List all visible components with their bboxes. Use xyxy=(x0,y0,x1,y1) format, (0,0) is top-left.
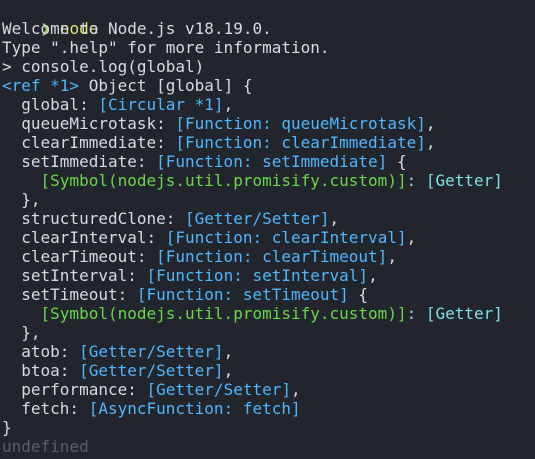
shell-prompt-line: ❯ node xyxy=(2,0,535,38)
output-line: clearTimeout: [Function: clearTimeout], xyxy=(2,247,535,266)
banner-line: Welcome to Node.js v18.19.0. xyxy=(2,19,272,38)
terminal-window[interactable]: ❯ node Welcome to Node.js v18.19.0. Type… xyxy=(0,0,535,459)
output-line: clearInterval: [Function: clearInterval]… xyxy=(2,228,535,247)
output-line: performance: [Getter/Setter], xyxy=(2,380,535,399)
property-key: clearInterval: xyxy=(21,228,166,247)
property-key: btoa: xyxy=(21,361,80,380)
repl-code: console.log(global) xyxy=(21,57,205,76)
line-tail: , xyxy=(329,209,340,228)
output-line: btoa: [Getter/Setter], xyxy=(2,361,535,380)
property-value: [Getter/Setter] xyxy=(146,380,292,399)
object-label: Object [global] { xyxy=(88,76,253,95)
output-line: [Symbol(nodejs.util.promisify.custom)]: … xyxy=(2,171,535,190)
output-line: setInterval: [Function: setInterval], xyxy=(2,266,535,285)
object-close-line: } xyxy=(2,418,12,437)
property-value: [Getter/Setter] xyxy=(185,209,330,228)
getter-value: : [Getter] xyxy=(406,171,503,190)
output-line: }, xyxy=(2,190,535,209)
property-key: fetch: xyxy=(21,399,89,418)
line-tail: , xyxy=(368,266,378,285)
output-lines: global: [Circular *1], queueMicrotask: [… xyxy=(2,95,535,418)
property-key: setTimeout: xyxy=(21,285,137,304)
output-line: atob: [Getter/Setter], xyxy=(2,342,535,361)
object-header-line: <ref *1> Object [global] { xyxy=(2,76,535,95)
output-line: structuredClone: [Getter/Setter], xyxy=(2,209,535,228)
property-key: queueMicrotask: xyxy=(21,114,176,133)
output-line: queueMicrotask: [Function: queueMicrotas… xyxy=(2,114,535,133)
property-value: [Function: setTimeout] xyxy=(136,285,349,304)
line-tail: , xyxy=(223,95,234,114)
line-tail: { xyxy=(348,285,369,304)
line-tail: , xyxy=(425,114,436,133)
property-value: [Function: clearTimeout] xyxy=(156,247,388,266)
ref-tag: <ref *1> xyxy=(2,76,80,95)
symbol-key: [Symbol(nodejs.util.promisify.custom)] xyxy=(40,171,407,190)
property-key: global: xyxy=(21,95,99,114)
property-value: [Function: setInterval] xyxy=(146,266,369,285)
line-tail: , xyxy=(387,247,397,266)
property-value: [Getter/Setter] xyxy=(79,361,224,380)
property-key: performance: xyxy=(21,380,147,399)
line-tail: , xyxy=(223,361,234,380)
line-tail: , xyxy=(406,228,417,247)
property-key: setImmediate: xyxy=(21,152,157,171)
property-value: [AsyncFunction: fetch] xyxy=(88,399,301,418)
property-value: [Function: clearInterval] xyxy=(165,228,407,247)
output-line: setImmediate: [Function: setImmediate] { xyxy=(2,152,535,171)
output-line: }, xyxy=(2,323,535,342)
property-value: [Function: clearImmediate] xyxy=(175,133,426,152)
line-tail: { xyxy=(387,152,407,171)
line-tail: , xyxy=(291,380,301,399)
line-tail: , xyxy=(223,342,234,361)
output-line: fetch: [AsyncFunction: fetch] xyxy=(2,399,535,418)
property-key: clearImmediate: xyxy=(21,133,176,152)
property-key: }, xyxy=(21,190,41,209)
line-tail: , xyxy=(425,133,436,152)
output-line: setTimeout: [Function: setTimeout] { xyxy=(2,285,535,304)
output-line: clearImmediate: [Function: clearImmediat… xyxy=(2,133,535,152)
output-line: global: [Circular *1], xyxy=(2,95,535,114)
repl-prompt: > xyxy=(2,57,12,76)
property-value: [Getter/Setter] xyxy=(79,342,224,361)
symbol-key: [Symbol(nodejs.util.promisify.custom)] xyxy=(40,304,407,323)
property-key: clearTimeout: xyxy=(21,247,157,266)
property-key: }, xyxy=(21,323,41,342)
banner-line: Type ".help" for more information. xyxy=(2,38,330,57)
property-key: atob: xyxy=(21,342,80,361)
getter-value: : [Getter] xyxy=(406,304,503,323)
property-key: setInterval: xyxy=(21,266,147,285)
property-value: [Function: setImmediate] xyxy=(156,152,388,171)
output-line: [Symbol(nodejs.util.promisify.custom)]: … xyxy=(2,304,535,323)
repl-input-line: > console.log(global) xyxy=(2,57,535,76)
property-key: structuredClone: xyxy=(21,209,186,228)
repl-result: undefined xyxy=(2,437,89,456)
property-value: [Circular *1] xyxy=(98,95,224,114)
property-value: [Function: queueMicrotask] xyxy=(175,114,426,133)
